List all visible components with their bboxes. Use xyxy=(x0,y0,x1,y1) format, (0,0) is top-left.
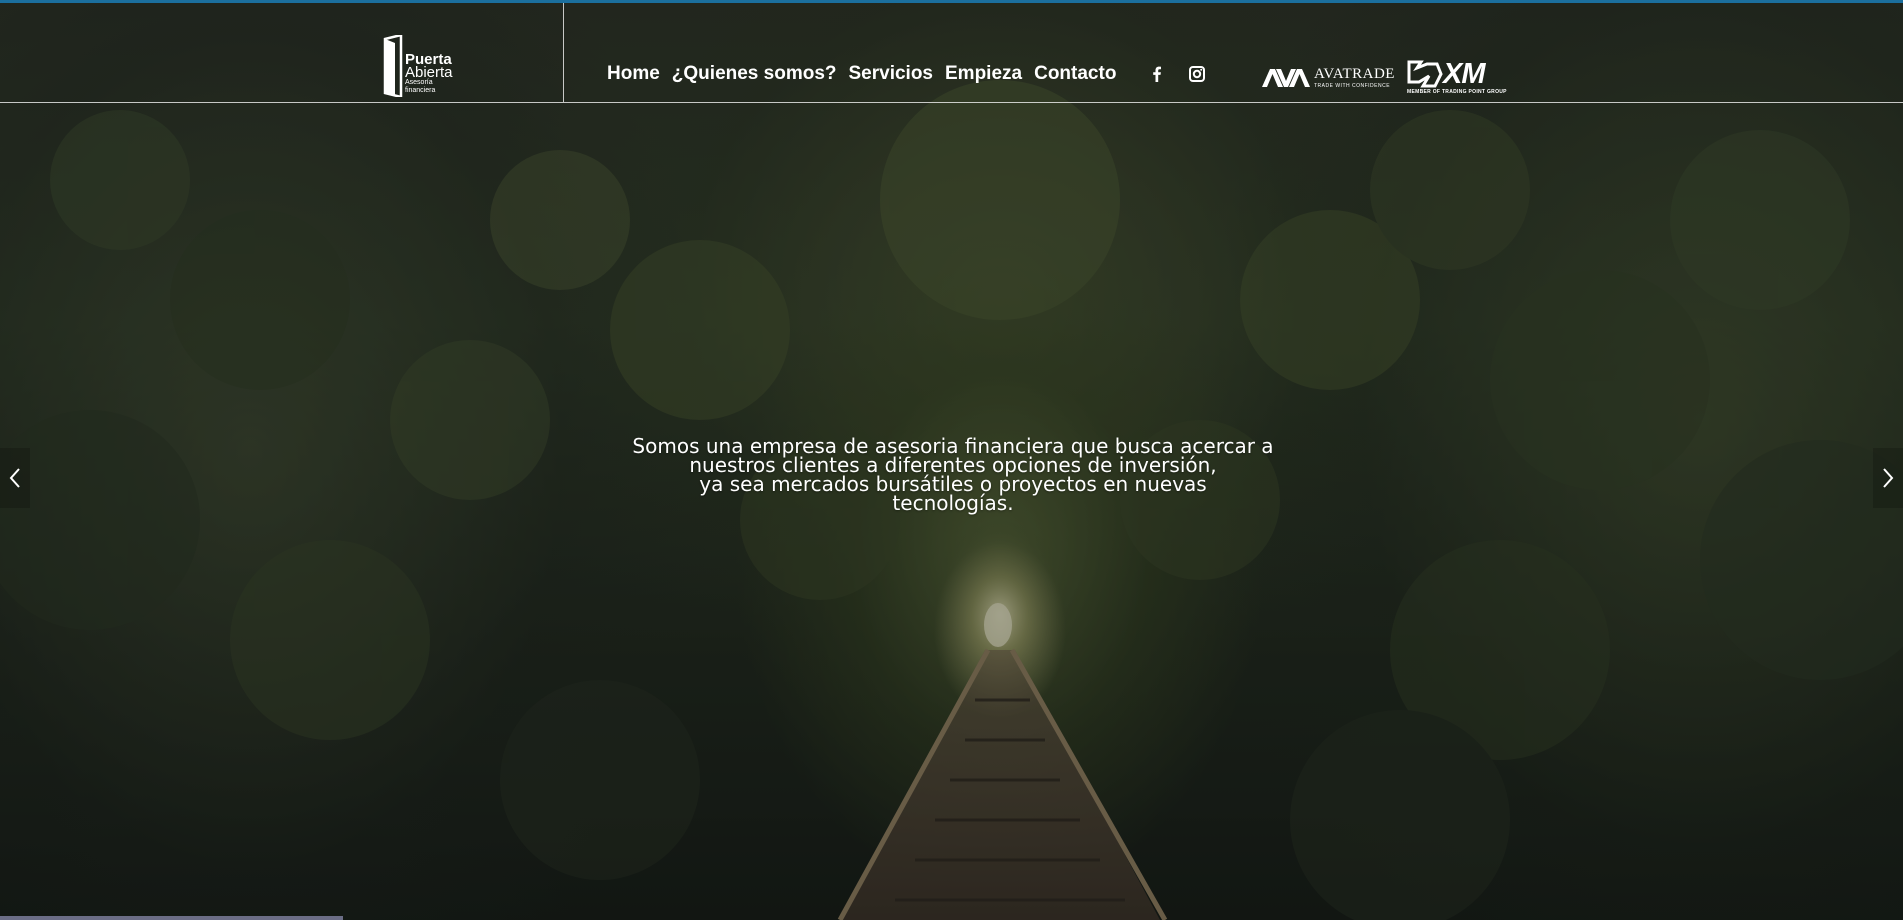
xm-tagline: MEMBER OF TRADING POINT GROUP xyxy=(1407,89,1507,95)
partner-avatrade-logo[interactable]: AVATRADE TRADE WITH CONFIDENCE xyxy=(1262,63,1394,91)
xm-name: XM xyxy=(1443,58,1485,90)
header-divider xyxy=(563,3,564,102)
facebook-icon[interactable] xyxy=(1148,65,1166,83)
nav-item-home[interactable]: Home xyxy=(607,63,660,85)
slider-next-button[interactable] xyxy=(1873,448,1903,508)
hero-description: Somos una empresa de asesoria financiera… xyxy=(628,436,1278,515)
xm-mark-icon xyxy=(1407,60,1443,88)
slider-progress-track xyxy=(0,916,1903,920)
door-logo-icon xyxy=(383,35,403,97)
partner-xm-logo[interactable]: XM MEMBER OF TRADING POINT GROUP xyxy=(1407,58,1507,98)
logo-line-2: Abierta xyxy=(405,64,453,81)
avatrade-tagline: TRADE WITH CONFIDENCE xyxy=(1314,83,1391,89)
nav-item-servicios[interactable]: Servicios xyxy=(849,63,934,85)
avatrade-mark-icon xyxy=(1262,69,1310,87)
site-header: Puerta Abierta Asesoría financiera Home … xyxy=(0,3,1903,103)
page: Puerta Abierta Asesoría financiera Home … xyxy=(0,0,1903,920)
social-links xyxy=(1148,65,1206,83)
logo-text: Puerta Abierta Asesoría financiera xyxy=(405,52,453,95)
nav-item-quienes-somos[interactable]: ¿Quienes somos? xyxy=(672,63,837,85)
slider-prev-button[interactable] xyxy=(0,448,30,508)
nav-item-contacto[interactable]: Contacto xyxy=(1034,63,1116,85)
site-logo[interactable]: Puerta Abierta Asesoría financiera xyxy=(383,35,463,101)
instagram-icon[interactable] xyxy=(1188,65,1206,83)
chevron-right-icon xyxy=(1883,468,1894,488)
hero-line-4: tecnologías. xyxy=(892,491,1014,515)
main-nav: Home ¿Quienes somos? Servicios Empieza C… xyxy=(607,63,1116,85)
chevron-left-icon xyxy=(9,468,20,488)
nav-item-empieza[interactable]: Empieza xyxy=(945,63,1022,85)
avatrade-name: AVATRADE xyxy=(1314,66,1395,82)
slider-progress-fill xyxy=(0,916,343,920)
logo-line-4: financiera xyxy=(405,87,436,94)
